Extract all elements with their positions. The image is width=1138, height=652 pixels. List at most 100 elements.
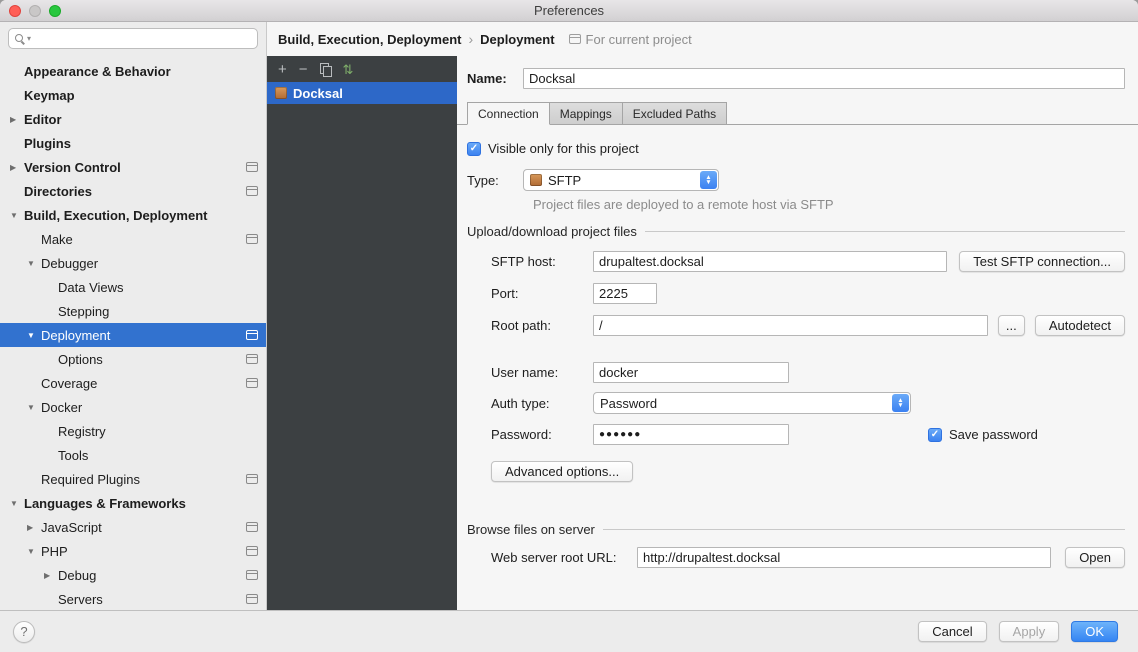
sidebar-item-label: Servers [58, 592, 103, 607]
password-input[interactable] [593, 424, 789, 445]
chevron-down-icon[interactable]: ▼ [25, 331, 41, 340]
traffic-lights [9, 5, 61, 17]
visible-only-checkbox[interactable]: ✓ [467, 142, 481, 156]
server-item-docksal[interactable]: Docksal [267, 82, 457, 104]
port-input[interactable] [593, 283, 657, 304]
auth-type-select[interactable]: Password ▲▼ [593, 392, 911, 414]
sidebar-item-version-control[interactable]: ▶Version Control [0, 155, 266, 179]
sync-server-icon[interactable]: ⇅ [343, 63, 354, 76]
advanced-options-button[interactable]: Advanced options... [491, 461, 633, 482]
remove-server-icon[interactable]: − [299, 62, 308, 77]
name-input[interactable] [523, 68, 1125, 89]
project-level-settings-icon [246, 186, 258, 196]
autodetect-button[interactable]: Autodetect [1035, 315, 1125, 336]
sidebar-item-options[interactable]: Options [0, 347, 266, 371]
chevron-down-icon[interactable]: ▼ [25, 547, 41, 556]
sidebar-item-registry[interactable]: Registry [0, 419, 266, 443]
settings-sidebar: ▾ Appearance & BehaviorKeymap▶EditorPlug… [0, 22, 267, 610]
breadcrumb: Build, Execution, Deployment › Deploymen… [267, 22, 1138, 56]
type-select[interactable]: SFTP ▲▼ [523, 169, 719, 191]
save-password-checkbox[interactable]: ✓ [928, 428, 942, 442]
copy-server-icon[interactable] [320, 63, 331, 76]
tab-connection[interactable]: Connection [467, 102, 550, 125]
sidebar-item-directories[interactable]: Directories [0, 179, 266, 203]
browse-root-path-button[interactable]: ... [998, 315, 1025, 336]
minimize-window-button[interactable] [29, 5, 41, 17]
sidebar-item-javascript[interactable]: ▶JavaScript [0, 515, 266, 539]
sidebar-item-label: Build, Execution, Deployment [24, 208, 207, 223]
help-button[interactable]: ? [13, 621, 35, 643]
titlebar[interactable]: Preferences [0, 0, 1138, 22]
sidebar-item-docker[interactable]: ▼Docker [0, 395, 266, 419]
close-window-button[interactable] [9, 5, 21, 17]
project-level-settings-icon [246, 522, 258, 532]
chevron-down-icon[interactable]: ▼ [25, 403, 41, 412]
connection-tab-content: ✓ Visible only for this project Type: SF… [467, 125, 1125, 568]
chevron-right-icon[interactable]: ▶ [8, 115, 24, 124]
zoom-window-button[interactable] [49, 5, 61, 17]
current-project-icon [569, 34, 581, 44]
sidebar-item-appearance-behavior[interactable]: Appearance & Behavior [0, 59, 266, 83]
sidebar-item-debugger[interactable]: ▼Debugger [0, 251, 266, 275]
type-label: Type: [467, 173, 523, 188]
sidebar-item-required-plugins[interactable]: Required Plugins [0, 467, 266, 491]
chevron-down-icon[interactable]: ▼ [25, 259, 41, 268]
cancel-button[interactable]: Cancel [918, 621, 986, 642]
sidebar-item-stepping[interactable]: Stepping [0, 299, 266, 323]
sidebar-item-plugins[interactable]: Plugins [0, 131, 266, 155]
sidebar-item-servers[interactable]: Servers [0, 587, 266, 610]
sidebar-item-editor[interactable]: ▶Editor [0, 107, 266, 131]
chevron-right-icon[interactable]: ▶ [8, 163, 24, 172]
sidebar-item-data-views[interactable]: Data Views [0, 275, 266, 299]
sidebar-item-php[interactable]: ▼PHP [0, 539, 266, 563]
sidebar-item-languages-frameworks[interactable]: ▼Languages & Frameworks [0, 491, 266, 515]
settings-search-input[interactable] [31, 32, 251, 46]
settings-search-box[interactable]: ▾ [8, 28, 258, 49]
web-server-root-url-label: Web server root URL: [491, 550, 637, 565]
sidebar-item-debug[interactable]: ▶Debug [0, 563, 266, 587]
project-level-settings-icon [246, 546, 258, 556]
chevron-down-icon[interactable]: ▼ [8, 211, 24, 220]
sidebar-item-label: Debugger [41, 256, 98, 271]
test-sftp-connection-button[interactable]: Test SFTP connection... [959, 251, 1125, 272]
chevron-right-icon[interactable]: ▶ [42, 571, 58, 580]
apply-button[interactable]: Apply [999, 621, 1060, 642]
current-project-label: For current project [586, 32, 692, 47]
add-server-icon[interactable]: + [278, 62, 287, 77]
tab-excluded-paths[interactable]: Excluded Paths [623, 102, 727, 125]
sidebar-item-label: JavaScript [41, 520, 102, 535]
sidebar-item-coverage[interactable]: Coverage [0, 371, 266, 395]
sidebar-item-label: Tools [58, 448, 88, 463]
browse-section-label: Browse files on server [467, 522, 595, 537]
sidebar-item-keymap[interactable]: Keymap [0, 83, 266, 107]
sidebar-item-label: Directories [24, 184, 92, 199]
open-url-button[interactable]: Open [1065, 547, 1125, 568]
user-name-input[interactable] [593, 362, 789, 383]
tab-mappings[interactable]: Mappings [550, 102, 623, 125]
auth-type-value: Password [600, 396, 657, 411]
chevron-down-icon[interactable]: ▼ [8, 499, 24, 508]
chevron-right-icon[interactable]: ▶ [25, 523, 41, 532]
auth-type-label: Auth type: [491, 396, 593, 411]
root-path-input[interactable] [593, 315, 988, 336]
breadcrumb-parent[interactable]: Build, Execution, Deployment [278, 32, 461, 47]
breadcrumb-separator-icon: › [468, 31, 473, 47]
sidebar-item-label: Keymap [24, 88, 75, 103]
sidebar-item-label: Stepping [58, 304, 109, 319]
sidebar-item-label: Make [41, 232, 73, 247]
sidebar-item-build-execution-deployment[interactable]: ▼Build, Execution, Deployment [0, 203, 266, 227]
project-level-settings-icon [246, 330, 258, 340]
sidebar-item-label: Data Views [58, 280, 124, 295]
project-level-settings-icon [246, 570, 258, 580]
visible-only-label: Visible only for this project [488, 141, 639, 156]
port-label: Port: [491, 286, 593, 301]
sftp-host-input[interactable] [593, 251, 947, 272]
sidebar-item-deployment[interactable]: ▼Deployment [0, 323, 266, 347]
sidebar-item-label: Languages & Frameworks [24, 496, 186, 511]
web-server-root-url-input[interactable] [637, 547, 1051, 568]
sidebar-item-tools[interactable]: Tools [0, 443, 266, 467]
sidebar-item-make[interactable]: Make [0, 227, 266, 251]
sidebar-item-label: Editor [24, 112, 62, 127]
sftp-host-label: SFTP host: [491, 254, 593, 269]
ok-button[interactable]: OK [1071, 621, 1118, 642]
